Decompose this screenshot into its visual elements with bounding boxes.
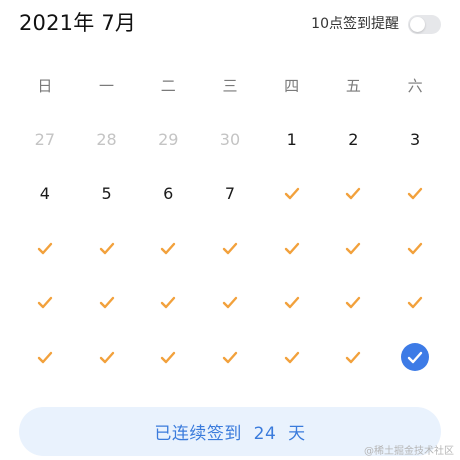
calendar-day-checked[interactable]: [384, 167, 446, 222]
calendar-grid: 日 一 二 三 四 五 六 27 28 29 30 1 2 3 4 5 6 7: [14, 58, 446, 385]
day-number: 27: [34, 129, 56, 149]
calendar-day-checked[interactable]: [14, 221, 76, 276]
day-number: 6: [163, 184, 174, 204]
day-number: 5: [101, 184, 112, 204]
calendar-day-checked[interactable]: [384, 221, 446, 276]
calendar-day-checked[interactable]: [76, 221, 138, 276]
day-number: 2: [348, 129, 359, 149]
calendar-day-checked[interactable]: [137, 221, 199, 276]
checkmark-icon: [284, 351, 300, 364]
calendar-day-today-checked[interactable]: [384, 330, 446, 385]
calendar-day-prev-month[interactable]: 30: [199, 112, 261, 167]
calendar-day-checked[interactable]: [137, 276, 199, 331]
day-number: 4: [39, 184, 50, 204]
weekday-header: 五: [345, 76, 361, 95]
calendar-day[interactable]: 5: [76, 167, 138, 222]
watermark: @稀土掘金技术社区: [364, 446, 454, 457]
calendar-day-checked[interactable]: [261, 221, 323, 276]
checkmark-icon: [284, 296, 300, 309]
checkmark-icon: [37, 242, 53, 255]
checkmark-icon: [37, 351, 53, 364]
day-number: 1: [286, 129, 297, 149]
calendar-day-checked[interactable]: [137, 330, 199, 385]
calendar-day-checked[interactable]: [76, 276, 138, 331]
toggle-knob: [410, 16, 425, 32]
checkmark-icon: [407, 187, 423, 200]
calendar-day-checked[interactable]: [261, 276, 323, 331]
weekday-header: 日: [37, 76, 53, 95]
reminder-label: 10点签到提醒: [311, 16, 399, 32]
calendar-day-checked[interactable]: [323, 221, 385, 276]
weekday-header: 二: [160, 76, 176, 95]
calendar-day-checked[interactable]: [14, 330, 76, 385]
calendar-day-checked[interactable]: [199, 276, 261, 331]
checkmark-icon: [284, 242, 300, 255]
calendar-day-checked[interactable]: [261, 167, 323, 222]
day-number: 28: [96, 129, 117, 149]
calendar-day-checked[interactable]: [323, 167, 385, 222]
checkmark-icon: [37, 296, 53, 309]
checkmark-icon: [99, 351, 115, 364]
checkmark-icon: [345, 187, 361, 200]
day-number: 7: [224, 184, 236, 204]
checkmark-icon: [407, 242, 423, 255]
reminder-setting: 10点签到提醒: [311, 12, 441, 36]
checkmark-icon: [345, 351, 361, 364]
calendar-day-checked[interactable]: [384, 276, 446, 331]
weekday-header: 四: [284, 76, 300, 95]
check-circle-icon: [401, 343, 430, 372]
calendar-day[interactable]: 6: [137, 167, 199, 222]
reminder-toggle[interactable]: [408, 14, 441, 34]
checkmark-icon: [160, 242, 176, 255]
checkmark-icon: [222, 242, 238, 255]
calendar-day-checked[interactable]: [199, 330, 261, 385]
calendar-day-prev-month[interactable]: 29: [137, 112, 199, 167]
calendar-day-prev-month[interactable]: 28: [76, 112, 138, 167]
day-number: 29: [158, 129, 179, 149]
checkmark-icon: [222, 351, 238, 364]
calendar-day[interactable]: 3: [384, 112, 446, 167]
weekday-header: 六: [407, 76, 423, 95]
calendar-day-checked[interactable]: [323, 276, 385, 331]
checkmark-icon: [407, 296, 423, 309]
calendar-day-prev-month[interactable]: 27: [14, 112, 76, 167]
checkmark-icon: [345, 296, 361, 309]
checkmark-icon: [99, 296, 115, 309]
calendar-day[interactable]: 1: [261, 112, 323, 167]
weekday-header: 一: [99, 76, 115, 95]
calendar-day-checked[interactable]: [323, 330, 385, 385]
calendar-day[interactable]: 7: [199, 167, 261, 222]
checkmark-icon: [99, 242, 115, 255]
day-number: 30: [219, 129, 241, 149]
calendar-header: 2021年 7月 10点签到提醒: [0, 0, 460, 48]
weekday-header: 三: [222, 76, 238, 95]
calendar-day-checked[interactable]: [261, 330, 323, 385]
calendar-day-checked[interactable]: [199, 221, 261, 276]
month-title: 2021年 7月: [19, 11, 137, 35]
calendar-day-checked[interactable]: [14, 276, 76, 331]
checkmark-icon: [284, 187, 300, 200]
calendar-day[interactable]: 4: [14, 167, 76, 222]
calendar-day[interactable]: 2: [323, 112, 385, 167]
checkmark-icon: [222, 296, 238, 309]
checkmark-icon: [160, 296, 176, 309]
checkmark-icon: [160, 351, 176, 364]
day-number: 3: [409, 129, 421, 149]
calendar-day-checked[interactable]: [76, 330, 138, 385]
checkmark-icon: [345, 242, 361, 255]
